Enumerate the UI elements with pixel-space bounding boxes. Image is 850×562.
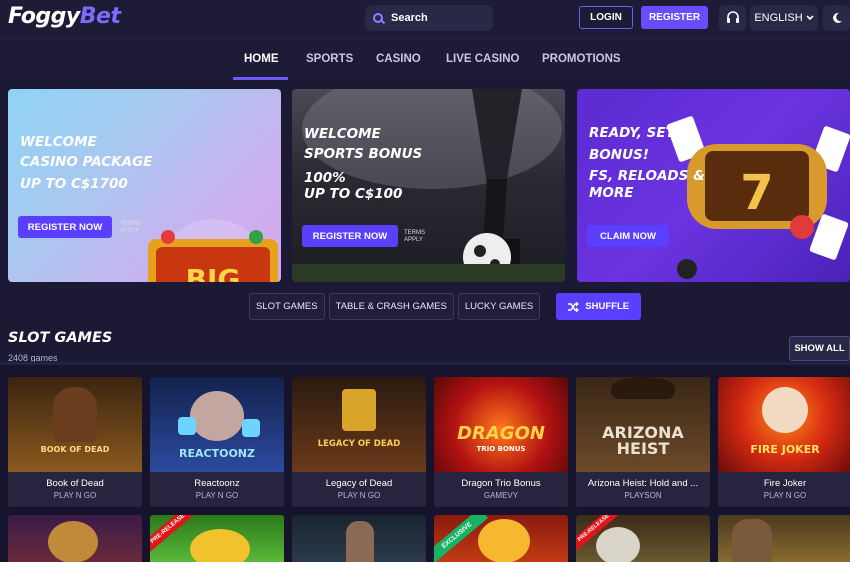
main-nav: HOME SPORTS CASINO LIVE CASINO PROMOTION… [0, 38, 850, 80]
character-art [53, 387, 97, 442]
game-thumbnail: BOOK OF DEAD [8, 377, 142, 472]
banner-line-1: Ready, Set, [589, 125, 678, 141]
banner-line-1: Welcome [304, 126, 381, 142]
game-name: Fire Joker [763, 478, 807, 489]
game-card[interactable] [8, 515, 142, 562]
banner-line-4: More [589, 185, 634, 201]
art-text: ARIZONA HEIST [602, 423, 684, 458]
category-filters: SLOT GAMES TABLE & CRASH GAMES LUCKY GAM… [249, 293, 642, 320]
game-card[interactable] [718, 515, 850, 562]
filter-slot-games[interactable]: SLOT GAMES [249, 293, 325, 320]
filter-table-crash-games[interactable]: TABLE & CRASH GAMES [328, 293, 454, 320]
banner-line-2: Bonus! [589, 147, 649, 163]
banner-line-3: Up to C$1700 [20, 176, 128, 192]
character-art [762, 387, 808, 433]
character-art [342, 389, 376, 431]
game-thumbnail [346, 521, 374, 562]
section-divider [0, 362, 850, 365]
game-thumbnail [732, 519, 772, 562]
claim-now-button[interactable]: CLAIM NOW [587, 225, 669, 247]
search-input[interactable] [391, 12, 481, 24]
banner-line-2: Casino Package [20, 154, 153, 170]
banner-sports-bonus[interactable]: Welcome Sports Bonus 100% Up to C$100 RE… [292, 89, 565, 282]
shuffle-button[interactable]: SHUFFLE [556, 293, 642, 320]
terms-apply-text: TERMS APPLY [404, 230, 425, 243]
game-provider: PLAY N GO [337, 491, 381, 500]
game-name: Legacy of Dead [325, 478, 393, 489]
game-thumbnail [48, 521, 98, 562]
game-card[interactable]: ARIZONA HEIST Arizona Heist: Hold and ..… [576, 377, 710, 507]
banner-line-1: Welcome [20, 134, 97, 150]
nav-home[interactable]: HOME [244, 53, 279, 65]
game-thumbnail: LEGACY OF DEAD [292, 377, 426, 472]
game-thumbnail: ARIZONA HEIST [576, 377, 710, 472]
game-card[interactable]: FIRE JOKER Fire Joker PLAY N GO [718, 377, 850, 507]
game-card[interactable]: BOOK OF DEAD Book of Dead PLAY N GO [8, 377, 142, 507]
game-card[interactable]: DRAGON TRIO BONUS Dragon Trio Bonus GAME… [434, 377, 568, 507]
art-text: FIRE JOKER [750, 443, 820, 456]
game-card[interactable]: REACTOONZ Reactoonz PLAY N GO [150, 377, 284, 507]
shuffle-label: SHUFFLE [585, 301, 630, 312]
character-art [190, 391, 244, 441]
register-button[interactable]: REGISTER [641, 6, 708, 29]
svg-text:BIG: BIG [186, 263, 241, 282]
character-art [611, 377, 675, 399]
game-name: Reactoonz [194, 478, 240, 489]
nav-casino[interactable]: CASINO [376, 53, 421, 65]
art-text: DRAGON [457, 423, 545, 444]
register-now-button[interactable]: REGISTER NOW [18, 216, 112, 238]
game-provider: PLAY N GO [53, 491, 97, 500]
game-provider: PLAYSON [624, 491, 662, 500]
game-thumbnail: FIRE JOKER [718, 377, 850, 472]
support-button[interactable] [719, 5, 746, 31]
logo[interactable]: FoggyBet [8, 4, 121, 29]
game-thumbnail: REACTOONZ [150, 377, 284, 472]
game-card[interactable]: PRE-RELEASE [150, 515, 284, 562]
game-thumbnail [190, 529, 250, 562]
game-provider: PLAY N GO [763, 491, 807, 500]
game-card[interactable]: LEGACY OF DEAD Legacy of Dead PLAY N GO [292, 377, 426, 507]
art-text: REACTOONZ [179, 447, 255, 460]
nav-live-casino[interactable]: LIVE CASINO [446, 53, 519, 65]
art-text: LEGACY OF DEAD [317, 439, 401, 449]
svg-text:7: 7 [740, 165, 773, 221]
game-card[interactable]: EXCLUSIVE [434, 515, 568, 562]
banner-line-4: Up to C$100 [304, 186, 403, 202]
game-name: Dragon Trio Bonus [461, 478, 541, 489]
game-thumbnail: DRAGON TRIO BONUS [434, 377, 568, 472]
game-card[interactable] [292, 515, 426, 562]
moon-icon [832, 12, 842, 23]
game-thumbnail [478, 519, 530, 562]
section-title: SLOT GAMES [8, 330, 113, 346]
game-name: Arizona Heist: Hold and ... [587, 478, 699, 489]
language-label: ENGLISH [754, 12, 803, 24]
language-select[interactable]: ENGLISH [750, 5, 818, 31]
nav-promotions[interactable]: PROMOTIONS [542, 53, 621, 65]
login-button[interactable]: LOGIN [579, 6, 633, 29]
banner-line-2: Sports Bonus [304, 146, 423, 162]
search-box[interactable] [365, 5, 493, 31]
game-thumbnail [596, 527, 640, 562]
game-provider: PLAY N GO [195, 491, 239, 500]
nav-active-indicator [233, 77, 288, 80]
banner-casino-package[interactable]: BIG Win Welcome Casino Package Up to C$1… [8, 89, 281, 282]
game-provider: GAMEVY [483, 491, 519, 500]
headset-icon [726, 11, 739, 23]
art-text: BOOK OF DEAD [40, 445, 110, 454]
nav-sports[interactable]: SPORTS [306, 53, 353, 65]
show-all-button[interactable]: SHOW ALL [789, 336, 850, 361]
shuffle-icon [568, 301, 580, 312]
banner-ready-set-bonus[interactable]: 7 Ready, Set, Bonus! FS, Reloads & More … [577, 89, 850, 282]
search-icon [373, 13, 383, 23]
game-card[interactable]: PRE-RELEASE [576, 515, 710, 562]
theme-toggle-button[interactable] [823, 5, 850, 31]
register-now-button[interactable]: REGISTER NOW [302, 225, 398, 247]
chevron-down-icon [806, 15, 814, 21]
filter-lucky-games[interactable]: LUCKY GAMES [457, 293, 541, 320]
game-name: Book of Dead [46, 478, 104, 489]
terms-apply-text: TERMS APPLY [120, 221, 141, 234]
top-bar: FoggyBet LOGIN REGISTER ENGLISH [0, 0, 850, 38]
